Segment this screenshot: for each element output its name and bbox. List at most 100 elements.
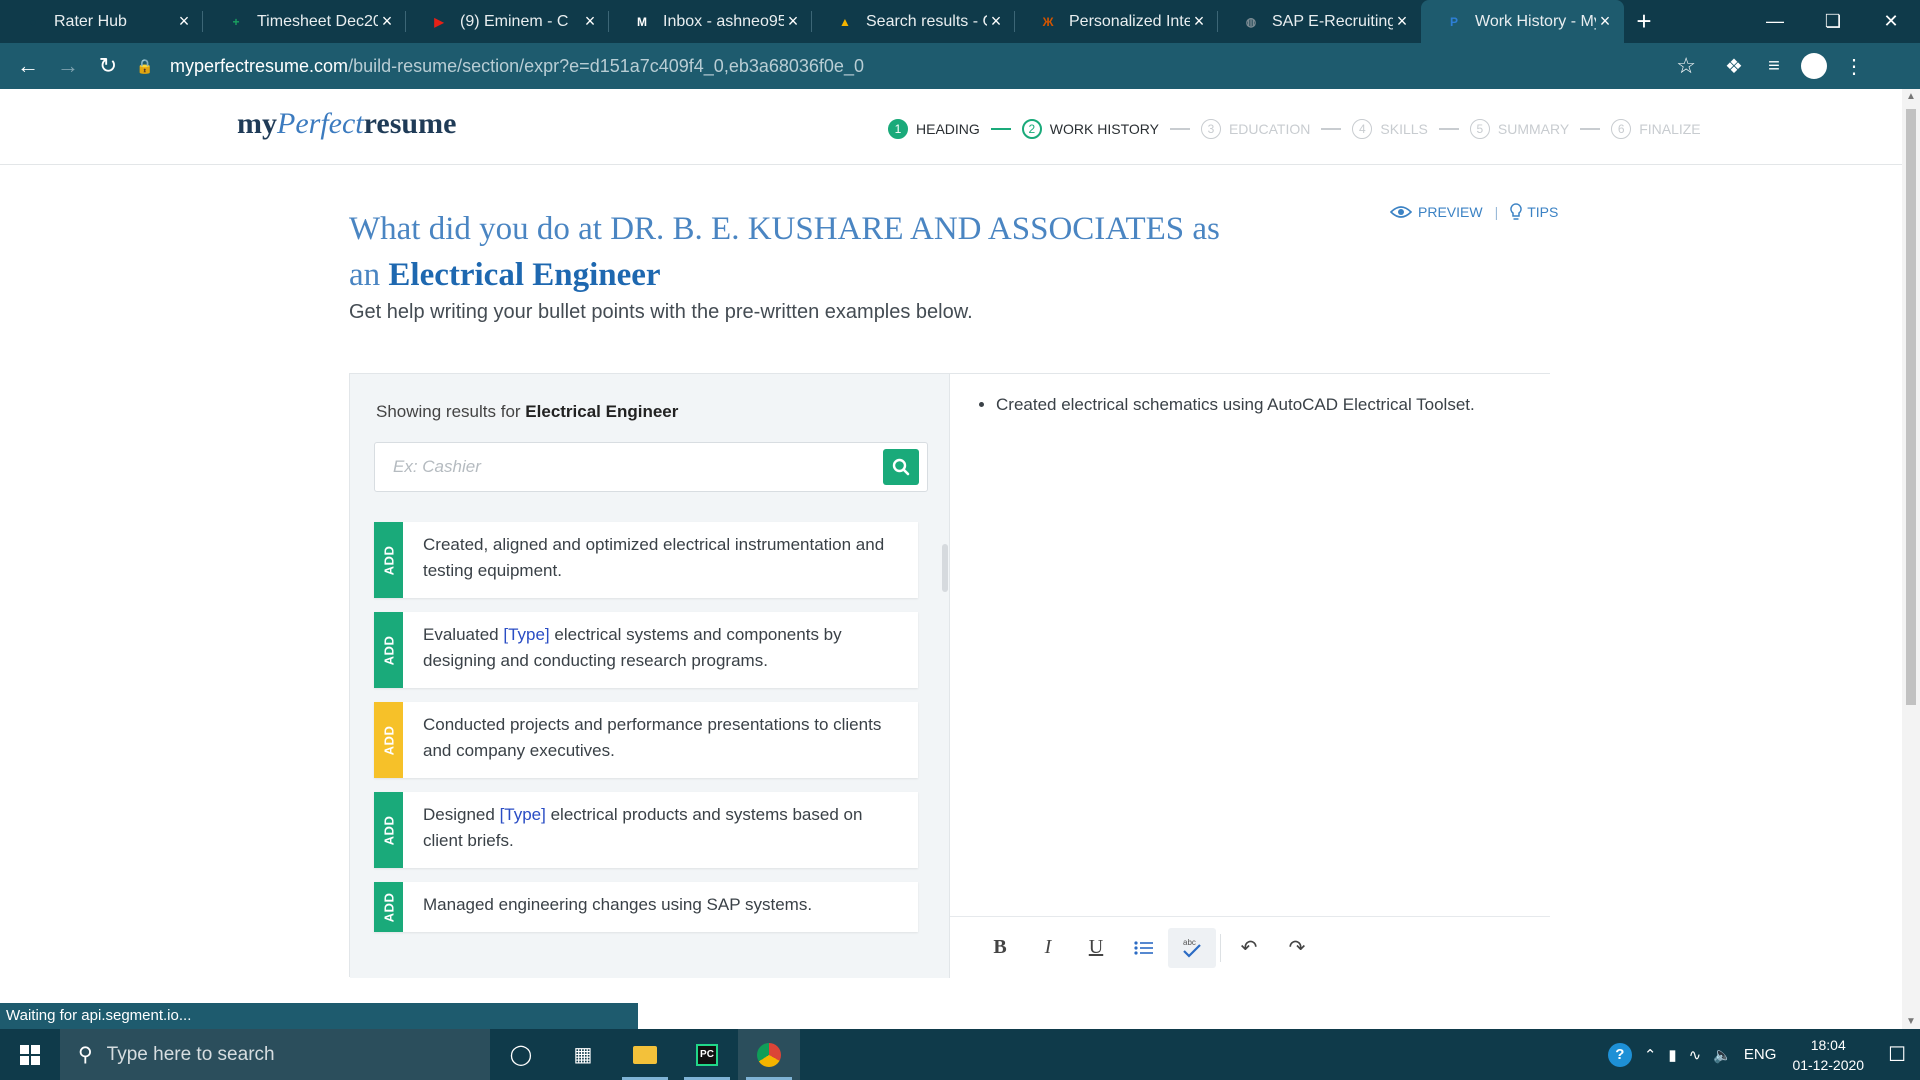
scroll-up-icon[interactable]: ▲ — [1902, 91, 1920, 102]
tab-title: Rater Hub — [54, 12, 127, 30]
tab-close-icon[interactable]: × — [581, 11, 599, 32]
profile-avatar[interactable] — [1794, 53, 1834, 79]
page-scrollbar[interactable]: ▲ ▼ — [1902, 89, 1920, 1029]
spellcheck-icon: abc — [1183, 938, 1201, 958]
help-icon[interactable]: ? — [1607, 1042, 1632, 1067]
underline-button[interactable]: U — [1072, 928, 1120, 968]
step-label: HEADING — [916, 121, 980, 137]
browser-tab[interactable]: P Work History - My × — [1421, 0, 1624, 43]
task-view-icon[interactable]: ▦ — [552, 1029, 614, 1080]
browser-tab[interactable]: M Inbox - ashneo95 × — [609, 0, 812, 43]
taskbar-search[interactable]: ⚲ Type here to search — [60, 1029, 490, 1080]
example-text: Created, aligned and optimized electrica… — [403, 522, 918, 598]
bullet-list-button[interactable] — [1120, 928, 1168, 968]
redo-button[interactable]: ↷ — [1273, 928, 1321, 968]
editor-bullet[interactable]: Created electrical schematics using Auto… — [996, 392, 1524, 418]
spellcheck-button[interactable]: abc — [1168, 927, 1216, 968]
reading-list-icon[interactable]: ≡ — [1754, 53, 1794, 79]
eye-icon — [1390, 206, 1412, 218]
file-explorer-icon[interactable] — [614, 1029, 676, 1080]
add-example-button[interactable]: ADD — [374, 882, 403, 932]
tab-favicon-icon: P — [1449, 14, 1458, 29]
chrome-icon[interactable] — [738, 1029, 800, 1080]
new-tab-button[interactable]: + — [1624, 0, 1664, 43]
preview-link[interactable]: PREVIEW — [1390, 204, 1483, 220]
restore-button[interactable]: ❏ — [1804, 0, 1862, 43]
reload-button[interactable]: ↻ — [88, 46, 128, 86]
menu-kebab-icon[interactable]: ⋮ — [1834, 53, 1874, 79]
browser-tab[interactable]: ▶ (9) Eminem - C × — [406, 0, 609, 43]
add-example-button[interactable]: ADD — [374, 702, 403, 778]
cortana-icon[interactable]: ◯ — [490, 1029, 552, 1080]
step-label: EDUCATION — [1228, 121, 1311, 137]
add-label: ADD — [381, 545, 397, 575]
forward-button[interactable]: → — [48, 46, 88, 86]
example-card[interactable]: ADD Managed engineering changes using SAP… — [374, 882, 918, 932]
scroll-down-icon[interactable]: ▼ — [1902, 1016, 1920, 1027]
show-hidden-icons-icon[interactable]: ⌃ — [1644, 1046, 1657, 1064]
tab-close-icon[interactable]: × — [987, 11, 1005, 32]
search-button[interactable] — [883, 449, 919, 485]
example-text-part: Created, aligned and optimized electrica… — [423, 535, 885, 580]
close-window-button[interactable]: ✕ — [1862, 0, 1920, 43]
example-search-input[interactable] — [393, 455, 873, 479]
site-logo[interactable]: myPerfectresume — [237, 107, 456, 141]
clock[interactable]: 18:04 01-12-2020 — [1792, 1035, 1864, 1075]
step-education[interactable]: 3 EDUCATION — [1200, 119, 1311, 139]
example-card[interactable]: ADD Evaluated [Type] electrical systems a… — [374, 612, 918, 688]
back-button[interactable]: ← — [8, 46, 48, 86]
tab-favicon-icon: + — [232, 14, 240, 29]
battery-icon[interactable]: ▮ — [1668, 1046, 1676, 1064]
wifi-icon[interactable]: ∿ — [1689, 1046, 1702, 1064]
add-example-button[interactable]: ADD — [374, 522, 403, 598]
tab-close-icon[interactable]: × — [1190, 11, 1208, 32]
browser-tab[interactable]: ● Rater Hub × — [0, 0, 203, 43]
windows-logo-icon — [20, 1044, 40, 1065]
step-summary[interactable]: 5 SUMMARY — [1469, 119, 1570, 139]
step-finalize[interactable]: 6 FINALIZE — [1611, 119, 1701, 139]
browser-tab[interactable]: Ж Personalized Inter × — [1015, 0, 1218, 43]
tips-link[interactable]: TIPS — [1510, 203, 1558, 221]
add-example-button[interactable]: ADD — [374, 612, 403, 688]
example-card[interactable]: ADD Designed [Type] electrical products a… — [374, 792, 918, 868]
italic-button[interactable]: I — [1024, 928, 1072, 968]
scroll-thumb[interactable] — [1906, 109, 1916, 705]
browser-tab[interactable]: ◍ SAP E-Recruiting × — [1218, 0, 1421, 43]
step-skills[interactable]: 4 SKILLS — [1352, 119, 1428, 139]
step-label: SUMMARY — [1497, 121, 1570, 137]
step-work-history[interactable]: 2 WORK HISTORY — [1021, 119, 1159, 139]
browser-tab-strip: ●Rater Hub×+Timesheet Dec20 -×▶(9) Emine… — [0, 0, 1920, 43]
browser-tab[interactable]: + Timesheet Dec20 -× — [203, 0, 406, 43]
bullet-builder-panel: Showing results for Electrical Engineer … — [349, 373, 1550, 978]
add-example-button[interactable]: ADD — [374, 792, 403, 868]
bold-button[interactable]: B — [976, 928, 1024, 968]
step-connector — [1321, 128, 1342, 130]
examples-scrollbar[interactable] — [942, 544, 948, 592]
tab-close-icon[interactable]: × — [175, 11, 193, 32]
tab-title: Inbox - ashneo95 — [663, 12, 784, 30]
step-connector — [990, 128, 1011, 130]
bullet-list-icon — [1134, 940, 1153, 955]
undo-button[interactable]: ↶ — [1225, 928, 1273, 968]
language-indicator[interactable]: ENG — [1744, 1046, 1777, 1063]
extensions-icon[interactable]: ❖ — [1714, 53, 1754, 79]
start-button[interactable] — [0, 1029, 60, 1080]
notifications-icon[interactable]: ☐ — [1888, 1042, 1906, 1067]
step-heading[interactable]: 1 HEADING — [888, 119, 980, 139]
lock-icon: 🔒 — [136, 57, 154, 74]
url-field[interactable]: 🔒 myperfectresume.com /build-resume/sect… — [136, 48, 1696, 84]
tab-close-icon[interactable]: × — [378, 11, 396, 32]
rich-text-editor[interactable]: Created electrical schematics using Auto… — [950, 374, 1550, 916]
volume-icon[interactable]: 🔈 — [1713, 1046, 1732, 1064]
tab-title: SAP E-Recruiting — [1272, 12, 1393, 30]
browser-tab[interactable]: ▲ Search results - G × — [812, 0, 1015, 43]
bookmark-star-icon[interactable]: ☆ — [1676, 53, 1696, 79]
tab-close-icon[interactable]: × — [784, 11, 802, 32]
example-card[interactable]: ADD Conducted projects and performance pr… — [374, 702, 918, 778]
address-bar-row: ← → ↻ 🔒 myperfectresume.com /build-resum… — [0, 43, 1920, 89]
tab-close-icon[interactable]: × — [1393, 11, 1411, 32]
pycharm-icon[interactable]: PC — [676, 1029, 738, 1080]
tab-close-icon[interactable]: × — [1596, 11, 1614, 32]
minimize-button[interactable]: — — [1746, 0, 1804, 43]
example-card[interactable]: ADD Created, aligned and optimized electr… — [374, 522, 918, 598]
